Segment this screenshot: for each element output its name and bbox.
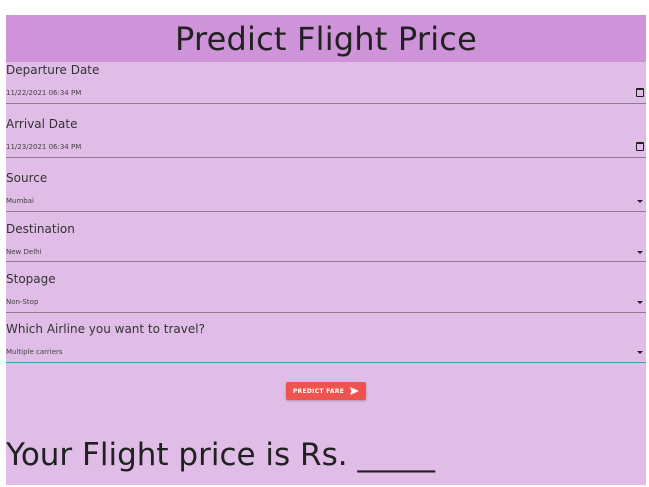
- predict-fare-label: PREDICT FARE: [292, 387, 345, 395]
- source-underline: [6, 211, 646, 212]
- airline-label: Which Airline you want to travel?: [6, 322, 205, 336]
- destination-label: Destination: [6, 222, 75, 236]
- departure-date-field: Departure Date 11/22/2021 06:34 PM: [6, 62, 646, 104]
- stopage-field: Stopage Non-Stop: [6, 271, 646, 313]
- airline-underline: [6, 362, 646, 363]
- calendar-icon[interactable]: [636, 88, 644, 97]
- source-field: Source Mumbai: [6, 170, 646, 212]
- dropdown-caret-icon[interactable]: [637, 351, 643, 354]
- departure-date-input[interactable]: 11/22/2021 06:34 PM: [6, 89, 81, 97]
- stopage-label: Stopage: [6, 272, 56, 286]
- stopage-select[interactable]: Non-Stop: [6, 298, 38, 306]
- dropdown-caret-icon[interactable]: [637, 251, 643, 254]
- airline-field: Which Airline you want to travel? Multip…: [6, 321, 646, 363]
- arrival-date-field: Arrival Date 11/23/2021 06:34 PM: [6, 116, 646, 158]
- calendar-icon[interactable]: [636, 142, 644, 151]
- source-label: Source: [6, 171, 48, 185]
- dropdown-caret-icon[interactable]: [637, 200, 643, 203]
- departure-date-underline: [6, 103, 646, 104]
- price-result: Your Flight price is Rs. _____: [6, 437, 435, 473]
- predict-fare-button[interactable]: PREDICT FARE: [286, 382, 366, 400]
- airline-select[interactable]: Multiple carriers: [6, 348, 63, 356]
- departure-date-label: Departure Date: [6, 63, 100, 77]
- send-icon: [350, 387, 360, 395]
- source-select[interactable]: Mumbai: [6, 197, 34, 205]
- arrival-date-input[interactable]: 11/23/2021 06:34 PM: [6, 143, 81, 151]
- destination-field: Destination New Delhi: [6, 221, 646, 263]
- stopage-underline: [6, 312, 646, 313]
- flight-price-app: Predict Flight Price Departure Date 11/2…: [6, 15, 646, 485]
- destination-underline: [6, 261, 646, 262]
- arrival-date-label: Arrival Date: [6, 117, 78, 131]
- arrival-date-underline: [6, 157, 646, 158]
- destination-select[interactable]: New Delhi: [6, 248, 42, 256]
- dropdown-caret-icon[interactable]: [637, 301, 643, 304]
- page-title: Predict Flight Price: [175, 19, 477, 58]
- page-header: Predict Flight Price: [6, 15, 646, 62]
